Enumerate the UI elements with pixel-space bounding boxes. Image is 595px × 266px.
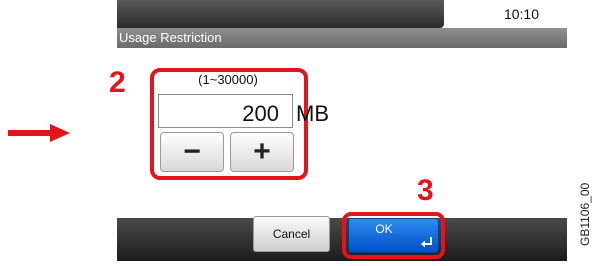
screen-title: Usage Restriction — [119, 30, 222, 45]
unit-label: MB — [296, 101, 329, 126]
figure-code: GB1106_00 — [578, 182, 592, 246]
right-arrow-icon — [8, 124, 70, 142]
increment-button[interactable]: + — [230, 132, 294, 172]
range-hint: (1~30000) — [198, 72, 258, 87]
step-2-number: 2 — [109, 66, 126, 99]
plus-icon: + — [253, 135, 271, 168]
status-bar: 10:10 — [117, 0, 567, 28]
clock: 10:10 — [503, 6, 539, 22]
minus-icon: − — [183, 135, 201, 168]
decrement-button[interactable]: − — [160, 132, 224, 172]
step-3-number: 3 — [417, 174, 434, 207]
ok-button[interactable]: OK — [348, 218, 439, 253]
cancel-button[interactable]: Cancel — [253, 216, 330, 252]
enter-icon — [421, 237, 432, 248]
status-bar-panel — [117, 0, 444, 28]
title-bar: Usage Restriction — [117, 28, 567, 48]
usage-value: 200 — [242, 101, 279, 126]
ok-label: OK — [375, 222, 393, 236]
